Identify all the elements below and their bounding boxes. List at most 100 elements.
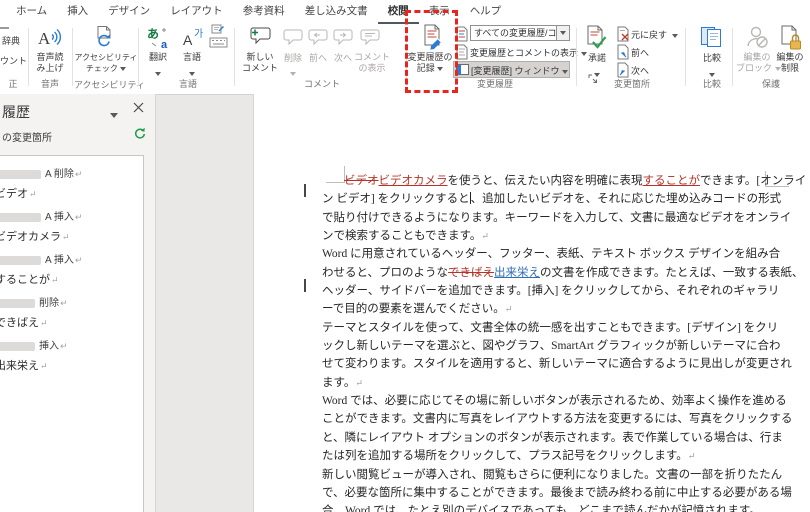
read-aloud-icon[interactable]: A [37,25,63,51]
revision-item[interactable]: A 挿入↵ することが↵ [0,251,133,287]
translate-button[interactable]: 翻訳 [140,52,176,63]
translate-icon[interactable]: あa [147,26,171,50]
word-count-button[interactable]: ウント [0,56,27,67]
tab-layout[interactable]: レイアウト [160,0,233,24]
compare-icon[interactable] [699,25,725,50]
text-segment: たは列を追加する場所をクリックして、プラス記号をクリックします。 [322,450,688,463]
read-aloud-button-line2[interactable]: み上げ [30,63,70,74]
language-icon[interactable]: A가 [182,26,206,50]
return-mark: ↵ [74,255,83,265]
ime-dictionary-icon[interactable] [209,24,229,51]
group-divider [576,28,577,86]
tab-references[interactable]: 参考資料 [233,0,295,24]
group-label-accessibility: アクセシビリティ [74,80,146,90]
pane-close-icon[interactable] [132,101,145,114]
return-mark: ↵ [62,232,70,242]
revision-content-text: ビデオカメラ [0,231,61,243]
revision-content-text: できばえ [0,317,39,329]
document-line[interactable]: テーマとスタイルを使って、文書全体の統一感を出すこともできます。[デザイン] を… [322,319,779,337]
new-comment-button-line2[interactable]: コメント [240,63,280,74]
tab-help[interactable]: ヘルプ [460,0,512,24]
document-line[interactable]: ビデオビデオカメラを使うと、伝えたい内容を明確に表現することができます。[オンラ… [322,172,806,190]
revision-content: することが↵ [0,271,133,287]
revision-item[interactable]: 挿入 ↵ 出来栄え↵ [0,337,133,373]
author-name-redacted [0,255,41,265]
document-line[interactable]: ン ビデオ] をクリックすると、追加したいビデオを、それに応じた埋め込みコードの… [322,190,781,208]
document-line[interactable]: ックし新しいテーマを選ぶと、図やグラフ、SmartArt グラフィックが新しいテ… [322,337,781,355]
display-for-review-dropdown[interactable] [557,25,570,41]
next-change-button[interactable]: 次へ [631,64,649,77]
text-segment: ビデオカメラ [378,175,448,187]
previous-change-icon[interactable] [616,44,631,60]
author-name-redacted [0,169,41,179]
revision-item[interactable]: A 削除↵ ビデオ↵ [0,165,133,201]
document-line[interactable]: で貼り付けできるようになります。キーワードを入力して、文書に最適なビデオをオンラ… [322,209,791,227]
reject-change-icon[interactable] [616,26,631,42]
show-comments-button-line2: の表示 [358,63,386,73]
group-divider [685,28,686,86]
paragraph-mark: ↵ [687,451,696,462]
show-comments-button: コメント [353,52,390,62]
document-line[interactable]: ンで検索することもできます。↵ [322,227,777,245]
document-line[interactable]: Word に用意されているヘッダー、フッター、表紙、テキスト ボックス デザイン… [322,245,780,263]
tab-home[interactable]: ホーム [6,0,57,24]
changed-line-indicator [304,279,306,292]
svg-text:가: 가 [194,28,203,40]
text-segment: 、追加したいビデオを、それに応じた埋め込みコードの形式 [470,193,782,206]
restrict-editing-button[interactable]: 編集の [771,52,809,63]
reject-button[interactable]: 元に戻す [631,28,679,41]
pane-menu-chevron-icon[interactable] [110,107,118,125]
document-line[interactable]: わせると、プロのようなできばえ出来栄えの文書を作成できます。たとえば、一致する表… [322,264,803,282]
document-line[interactable]: ーで目的の要素を選んでください。↵ [322,300,777,318]
group-divider [28,28,29,86]
reviewing-pane-button[interactable]: [変更履歴] ウィンドウ [471,64,569,77]
new-comment-button[interactable]: 新しい [240,52,280,63]
revisions-pane: 履歴 の変更箇所 A 削除↵ ビデオ↵ A 挿入↵ ビデオカメラ↵ A 挿入↵ することが… [0,94,156,512]
text-segment: テーマとスタイルを使って、文書全体の統一感を出すこともできます。[デザイン] を… [322,321,779,334]
document-line[interactable]: ヘッダー、サイドバーを追加できます。[挿入] をクリックしてから、それぞれのギャ… [322,282,779,300]
next-change-icon[interactable] [616,62,631,78]
restrict-editing-icon[interactable] [779,25,804,51]
document-line[interactable]: ことができます。文書内に写真をレイアウトする方法を変更するには、写真をクリックす… [322,410,792,428]
document-line[interactable]: せて変わります。スタイルを適用すると、新しいテーマに適合するように見出しが変更さ… [322,355,792,373]
tab-insert[interactable]: 挿入 [57,0,98,24]
tab-mailings[interactable]: 差し込み文書 [295,0,378,24]
text-segment: の文書を作成できます。たとえば、一致する表紙、 [540,266,804,279]
document-line[interactable]: たは列を追加する場所をクリックして、プラス記号をクリックします。↵ [322,447,777,465]
revision-content: ビデオカメラ↵ [0,228,133,244]
restrict-editing-button-line2[interactable]: 制限 [771,63,809,74]
previous-change-button[interactable]: 前へ [631,46,649,59]
revision-action: 挿入 [39,341,59,352]
accept-change-icon[interactable] [584,25,610,51]
compare-button[interactable]: 比較 [698,53,726,64]
text-segment: ます。 [322,376,356,389]
text-segment: することが [642,175,701,187]
document-line[interactable]: 合、Word では、たとえ別のデバイスであっても、どこまで読んだかが記憶されます… [322,502,777,512]
read-aloud-button[interactable]: 音声読 [30,52,70,63]
changed-line-indicator [304,184,306,197]
svg-text:A: A [183,32,193,48]
document-line[interactable]: 新しい閲覧ビューが導入され、閲覧もさらに便利になりました。文書の一部を折りたたん [322,466,782,484]
display-for-review-select[interactable]: すべての変更履歴/コメ… [470,25,557,41]
accessibility-check-button[interactable]: アクセシビリティ [74,52,138,63]
document-line[interactable]: ます。↵ [322,374,777,392]
revision-item[interactable]: 削除↵ できばえ↵ [0,294,133,330]
document-line[interactable]: で、必要な箇所に集中することができます。最後まで読み終わる前に中止する必要がある… [322,484,792,502]
revision-content: 出来栄え↵ [0,357,133,373]
document-line[interactable]: と、隣にレイアウト オプションのボタンが表示されます。表で作業している場合は、行… [322,429,783,447]
revision-item[interactable]: A 挿入↵ ビデオカメラ↵ [0,208,133,244]
language-button[interactable]: 言語 [174,52,210,63]
thesaurus-button[interactable]: 辞典 [2,36,20,47]
block-authors-icon [745,25,770,50]
accept-button[interactable]: 承諾 [584,53,610,64]
revision-item-header: 削除↵ [0,294,133,309]
accessibility-check-icon[interactable] [93,25,115,49]
group-label-changes: 変更箇所 [613,79,650,89]
accessibility-check-button-line2[interactable]: チェック [74,63,138,74]
tab-design[interactable]: デザイン [98,0,160,24]
show-markup-button[interactable]: 変更履歴とコメントの表示 [470,46,587,59]
return-mark: ↵ [40,361,48,371]
document-line[interactable]: Word では、必要に応じてその場に新しいボタンが表示されるため、効率よく操作を… [322,392,787,410]
new-comment-icon[interactable] [249,26,273,48]
refresh-icon[interactable] [133,127,146,140]
